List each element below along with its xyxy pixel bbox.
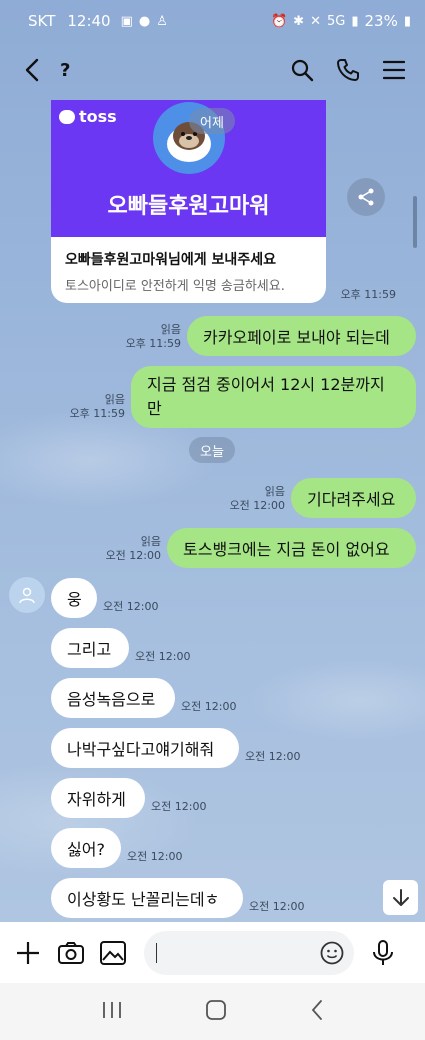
text-cursor (155, 942, 157, 963)
chevron-left-icon (25, 58, 39, 82)
card-line-2: 토스아이디로 안전하게 익명 송금하세요. (65, 279, 285, 294)
voice-button[interactable] (368, 938, 397, 968)
signal-icon: ▮ (351, 13, 359, 29)
search-button[interactable] (289, 57, 315, 83)
message-time: 오후 11:59 (69, 407, 125, 420)
message-time: 오전 12:00 (135, 650, 191, 663)
add-button[interactable] (14, 938, 43, 968)
home-button[interactable] (205, 999, 227, 1025)
mute-icon: ✕ (310, 13, 321, 29)
chat-header: ? (0, 42, 425, 98)
toss-transfer-card[interactable]: toss 오빠들후원고마워 오빠들후원고마워님에게 보내주세요 토스아이디로 안… (51, 100, 326, 303)
bluetooth-icon: ✱ (293, 13, 305, 29)
message-time: 오전 12:00 (127, 850, 183, 863)
date-divider-yesterday: 어제 (189, 108, 235, 134)
chat-notification-icon: ● (138, 13, 151, 29)
arrow-down-icon (392, 888, 409, 906)
toss-logo: toss (59, 107, 117, 126)
message-read: 읽음 (264, 485, 285, 498)
card-line-1: 오빠들후원고마워님에게 보내주세요 (65, 252, 276, 268)
my-message-bubble[interactable]: 지금 점검 중이어서 12시 12분까지 만 (131, 366, 416, 428)
recent-apps-button[interactable] (101, 1000, 123, 1024)
message-read: 읽음 (160, 323, 181, 336)
date-divider-today: 오늘 (189, 437, 235, 463)
status-bar: SKT 12:40 ▣ ● ♙ ⏰ ✱ ✕ 5G ▮ 23% ▮ (0, 0, 425, 42)
message-read: 읽음 (140, 535, 161, 548)
carrier-label: SKT (28, 12, 56, 30)
gallery-notification-icon: ▣ (120, 13, 133, 29)
emoji-button[interactable] (320, 941, 344, 969)
plus-icon (17, 941, 40, 964)
message-input-bar (0, 922, 425, 983)
share-button[interactable] (347, 178, 385, 216)
card-body: 오빠들후원고마워님에게 보내주세요 토스아이디로 안전하게 익명 송금하세요. (51, 237, 326, 303)
other-message-bubble[interactable]: 이상황도 난꼴리는데ㅎ (51, 878, 243, 918)
battery-icon: ▮ (403, 13, 411, 29)
message-time: 오전 12:00 (245, 750, 301, 763)
hamburger-menu-icon (383, 60, 405, 80)
search-icon (291, 59, 314, 82)
call-button[interactable] (335, 57, 361, 83)
system-nav-bar (0, 983, 425, 1040)
my-message-bubble[interactable]: 기다려주세요 (291, 478, 416, 518)
avatar[interactable] (9, 577, 45, 613)
other-message-bubble[interactable]: 자위하게 (51, 778, 145, 818)
card-time: 오후 11:59 (340, 288, 396, 301)
other-message-bubble[interactable]: 나박구싶다고얘기해줘 (51, 728, 239, 768)
back-arrow-icon (311, 999, 322, 1020)
toss-brand: toss (79, 107, 117, 126)
gallery-button[interactable] (99, 938, 128, 968)
message-time: 오전 12:00 (103, 600, 159, 613)
scroll-to-bottom-button[interactable] (383, 880, 418, 915)
camera-button[interactable] (57, 938, 86, 968)
share-icon (358, 188, 374, 206)
microphone-icon (372, 939, 393, 965)
message-input[interactable] (143, 930, 355, 975)
system-back-button[interactable] (310, 999, 324, 1025)
other-message-bubble[interactable]: 싫어? (51, 828, 121, 868)
recent-apps-icon (103, 1001, 122, 1018)
alarm-icon: ⏰ (270, 13, 288, 29)
app-notification-icon: ♙ (156, 13, 168, 29)
message-time: 오전 12:00 (151, 800, 207, 813)
home-icon (206, 999, 227, 1020)
network-label: 5G (326, 13, 346, 29)
my-message-bubble[interactable]: 토스뱅크에는 지금 돈이 없어요 (167, 528, 416, 568)
message-time: 오전 12:00 (229, 499, 285, 512)
message-time: 오전 12:00 (249, 900, 305, 913)
other-message-bubble[interactable]: 그리고 (51, 628, 129, 668)
banner-title: 오빠들후원고마워 (107, 194, 270, 219)
camera-icon (57, 941, 84, 964)
message-time: 오후 11:59 (125, 337, 181, 350)
chat-title: ? (60, 59, 71, 81)
message-read: 읽음 (104, 393, 125, 406)
my-message-bubble[interactable]: 카카오페이로 보내야 되는데 (187, 316, 416, 356)
scrollbar[interactable] (413, 196, 417, 248)
battery-label: 23% (364, 12, 398, 30)
phone-icon (337, 59, 359, 81)
message-time: 오전 12:00 (181, 700, 237, 713)
menu-button[interactable] (381, 57, 407, 83)
message-time: 오전 12:00 (105, 549, 161, 562)
other-message-bubble[interactable]: 음성녹음으로 (51, 678, 175, 718)
status-time: 12:40 (67, 12, 111, 30)
other-message-bubble[interactable]: 웅 (51, 578, 97, 618)
notification-icons: ▣ ● ♙ (121, 14, 168, 29)
back-button[interactable] (18, 56, 46, 84)
toss-logo-icon (59, 109, 75, 124)
image-icon (100, 940, 127, 965)
default-profile-icon (19, 587, 35, 604)
emoji-icon (321, 941, 344, 964)
